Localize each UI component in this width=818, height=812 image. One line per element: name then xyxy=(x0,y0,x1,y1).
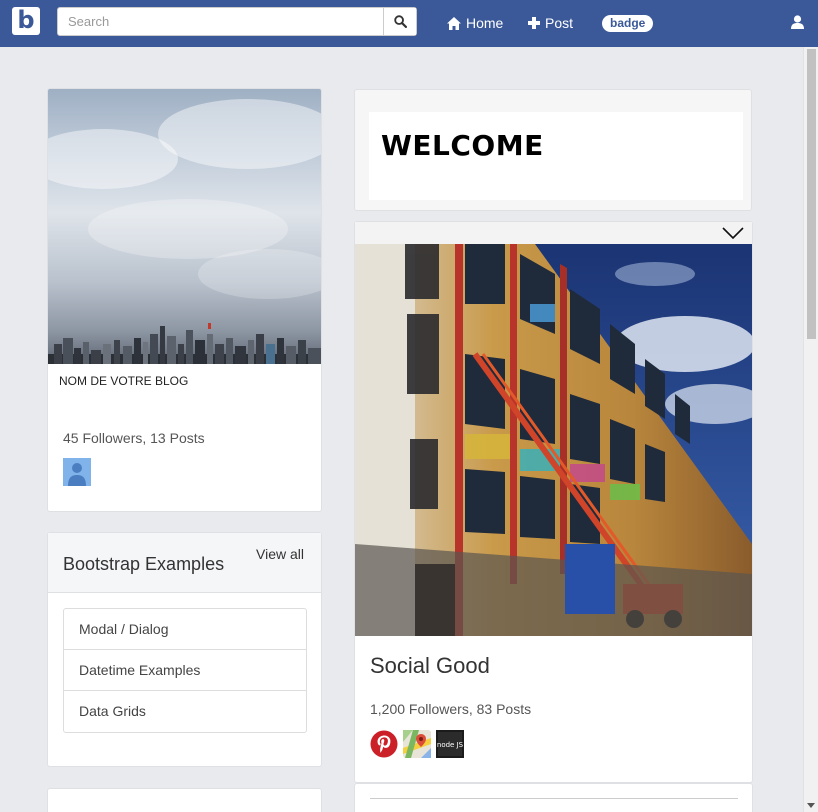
next-post-card xyxy=(354,783,753,812)
examples-header: Bootstrap Examples View all xyxy=(48,533,321,593)
search-box xyxy=(57,7,417,36)
next-card xyxy=(47,788,322,812)
scroll-down-arrow-icon[interactable] xyxy=(807,803,815,808)
list-item-data-grids[interactable]: Data Grids xyxy=(64,691,306,732)
default-avatar-icon xyxy=(68,463,86,486)
pinterest-icon[interactable] xyxy=(370,730,398,758)
user-menu-button[interactable] xyxy=(791,15,804,34)
avatar[interactable] xyxy=(63,458,91,486)
nodejs-label: node JS xyxy=(437,741,464,749)
plus-icon xyxy=(528,17,540,29)
welcome-box: WELCOME xyxy=(369,112,743,200)
top-navbar: b Home Post badge xyxy=(0,0,818,47)
home-icon xyxy=(447,16,461,30)
google-maps-icon[interactable] xyxy=(403,730,431,758)
social-stats: 1,200 Followers, 83 Posts xyxy=(370,701,532,717)
search-icon xyxy=(393,15,407,28)
nav-post-label: Post xyxy=(545,15,574,31)
profile-card: NOM DE VOTRE BLOG 45 Followers, 13 Posts xyxy=(47,88,322,512)
nav-home-link[interactable]: Home xyxy=(447,15,503,31)
user-icon xyxy=(791,15,804,29)
social-icons: node JS xyxy=(370,730,464,758)
view-all-link[interactable]: View all xyxy=(256,546,304,562)
list-item-datetime-examples[interactable]: Datetime Examples xyxy=(64,650,306,691)
divider xyxy=(370,798,738,799)
chevron-down-icon[interactable] xyxy=(722,226,744,240)
welcome-title: WELCOME xyxy=(381,129,544,162)
city-skyline xyxy=(48,323,321,364)
examples-card: Bootstrap Examples View all Modal / Dial… xyxy=(47,532,322,767)
list-item-modal-dialog[interactable]: Modal / Dialog xyxy=(64,609,306,650)
card-toolbar xyxy=(355,222,752,244)
nav-badge[interactable]: badge xyxy=(602,15,654,32)
search-input[interactable] xyxy=(58,8,384,35)
profile-stats: 45 Followers, 13 Posts xyxy=(63,430,205,446)
social-title[interactable]: Social Good xyxy=(370,653,490,679)
welcome-card: WELCOME xyxy=(354,89,752,211)
examples-list: Modal / Dialog Datetime Examples Data Gr… xyxy=(63,608,307,733)
nodejs-icon[interactable]: node JS xyxy=(436,730,464,758)
brand-logo[interactable]: b xyxy=(12,7,40,35)
blog-name[interactable]: NOM DE VOTRE BLOG xyxy=(59,374,188,388)
nav-post-link[interactable]: Post xyxy=(528,15,573,31)
examples-title: Bootstrap Examples xyxy=(63,554,225,574)
search-button[interactable] xyxy=(383,8,416,35)
page-scrollbar[interactable] xyxy=(803,47,818,812)
cover-image xyxy=(48,89,321,364)
social-good-card: Social Good 1,200 Followers, 83 Posts no… xyxy=(354,221,753,783)
scrollbar-thumb[interactable] xyxy=(807,49,816,339)
nav-home-label: Home xyxy=(466,15,504,31)
building-graffiti-photo xyxy=(355,244,752,636)
